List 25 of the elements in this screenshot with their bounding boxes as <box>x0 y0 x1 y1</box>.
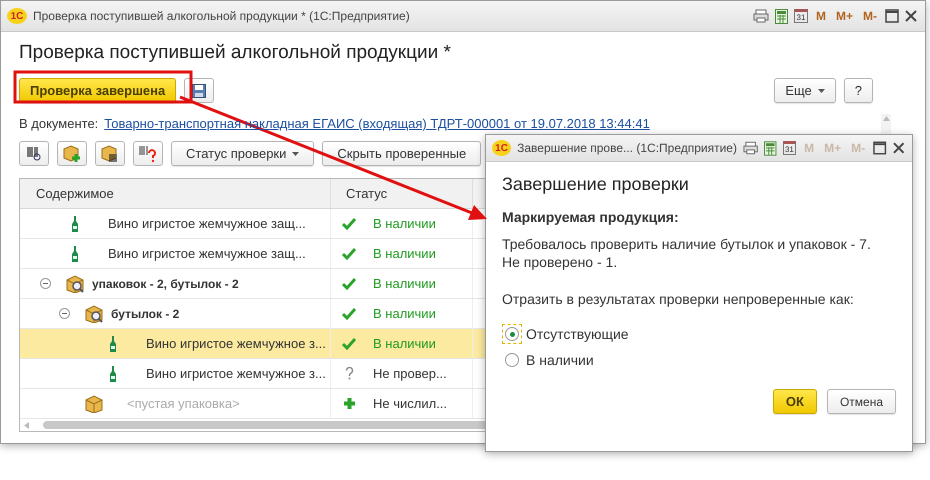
status-text: В наличии <box>373 306 436 321</box>
status-text: В наличии <box>373 216 436 231</box>
item-name: <пустая упаковка> <box>127 396 240 411</box>
item-name: упаковок - 2, бутылок - 2 <box>92 276 239 290</box>
status-text: Не числил... <box>373 396 448 411</box>
app-logo: 1С <box>7 8 27 24</box>
status-text: В наличии <box>373 336 436 351</box>
column-header: Статус <box>331 179 473 208</box>
dialog-heading: Завершение проверки <box>502 174 690 195</box>
document-label: В документе: <box>19 116 98 131</box>
status-text: В наличии <box>373 246 436 261</box>
column-header: Содержимое <box>20 179 331 208</box>
item-name: Вино игристое жемчужное защ... <box>108 246 306 261</box>
status-text: Не провер... <box>373 366 447 381</box>
message-text: Не проверено - 1. <box>502 253 618 271</box>
item-name: Вино игристое жемчужное защ... <box>108 216 306 231</box>
window-title: Проверка поступившей алкогольной продукции * (1С:Предприятие) <box>33 9 411 23</box>
app-logo: 1С <box>492 140 512 156</box>
item-name: Вино игристое жемчужное з... <box>146 366 326 381</box>
item-name: Вино игристое жемчужное з... <box>146 336 326 351</box>
status-text: В наличии <box>373 276 436 291</box>
window-title: Завершение прове... (1С:Предприятие) <box>517 141 737 155</box>
item-name: бутылок - 2 <box>111 306 180 320</box>
form-heading: Проверка поступившей алкогольной продукции * <box>19 42 452 64</box>
section-heading: Маркируемая продукция: <box>502 209 680 225</box>
